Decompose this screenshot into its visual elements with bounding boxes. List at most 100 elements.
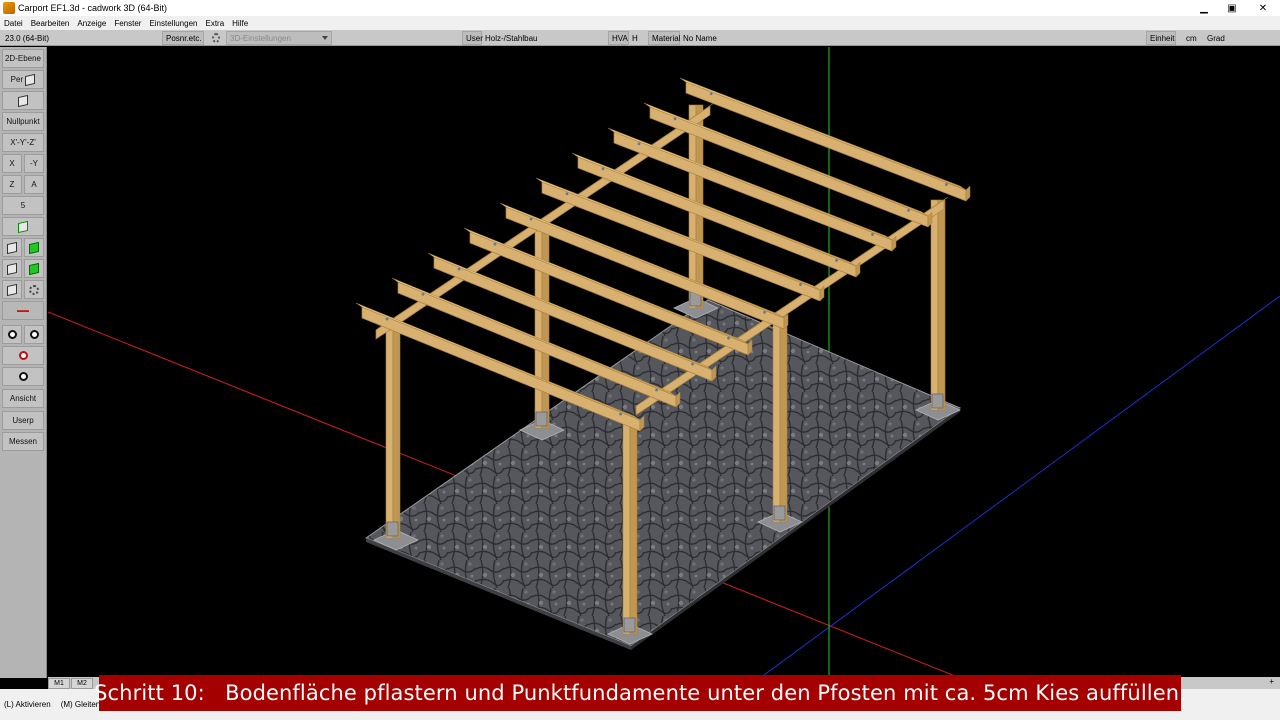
gear-settings-button[interactable] (24, 280, 44, 299)
close-button[interactable]: ✕ (1246, 0, 1280, 16)
ebene-2d-button[interactable]: 2D-Ebene (2, 49, 44, 68)
green-cube-icon (29, 262, 39, 275)
tab-m1[interactable]: M1 (48, 677, 70, 689)
plus-icon[interactable]: + (1269, 677, 1274, 686)
version-label: 23.0 (64-Bit) (5, 33, 50, 43)
settings-3d-dropdown[interactable]: 3D-Einstellungen (226, 31, 332, 45)
hva-label[interactable]: HVA (608, 31, 629, 45)
post (622, 419, 631, 635)
cube-icon (7, 241, 17, 254)
material-value: No Name (683, 33, 717, 43)
post (772, 314, 781, 523)
bolt-marker (493, 242, 497, 246)
post-anchor (623, 617, 636, 633)
bolt-marker (871, 233, 874, 236)
zoom-window-button[interactable] (2, 346, 44, 365)
rotate-view-button[interactable] (2, 217, 44, 236)
menu-hilfe[interactable]: Hilfe (232, 19, 248, 28)
menu-bar: Datei Bearbeiten Anzeige Fenster Einstel… (0, 16, 1280, 30)
menu-datei[interactable]: Datei (4, 19, 23, 28)
unit-length: cm (1186, 33, 1197, 43)
wireframe-cube-icon (25, 73, 36, 86)
solid-cube-button-2[interactable] (24, 259, 44, 278)
axis-toggle-button[interactable]: ▬▬ (2, 301, 44, 320)
zoom-out-button[interactable] (24, 325, 44, 344)
bolt-marker (421, 292, 425, 296)
gear-icon (212, 33, 220, 43)
a-view-button[interactable]: A (24, 175, 44, 194)
userp-button[interactable]: Userp (2, 411, 44, 430)
post-side (629, 419, 638, 635)
axis-toggle-indicator: ▬▬ (17, 307, 29, 314)
posnr-button[interactable]: Posnr.etc. (162, 31, 204, 45)
chevron-down-icon (322, 36, 328, 40)
cube-icon (7, 262, 17, 275)
green-cube-icon (29, 241, 39, 254)
post-anchor (535, 411, 548, 427)
status-aktivieren: (L) Aktivieren (4, 700, 51, 709)
post-side (779, 314, 788, 523)
einheit-label[interactable]: Einheit (1146, 31, 1176, 45)
3d-viewport[interactable] (48, 47, 1280, 678)
menu-extra[interactable]: Extra (205, 19, 224, 28)
five-button[interactable]: 5 (2, 196, 44, 215)
maximize-button[interactable]: ▣ (1218, 0, 1246, 16)
messen-button[interactable]: Messen (2, 432, 44, 451)
post (385, 329, 394, 539)
bolt-marker (691, 362, 694, 366)
solid-cube-button[interactable] (24, 238, 44, 257)
zoom-in-button[interactable] (2, 325, 22, 344)
zoom-window-icon (18, 351, 28, 360)
left-tool-panel: 2D-Ebene Per Nullpunkt X'-Y'-Z' X -Y Z A… (0, 47, 47, 678)
rafter-end (965, 185, 971, 202)
material-label[interactable]: Material (648, 31, 680, 45)
bolt-marker (529, 217, 533, 221)
ansicht-button[interactable]: Ansicht (2, 389, 44, 408)
post-anchor (931, 393, 944, 409)
tutorial-caption: Schritt 10: Bodenfläche pflastern und Pu… (94, 675, 1186, 711)
post (930, 199, 939, 411)
bolt-marker (619, 412, 622, 416)
render-mode-button[interactable] (2, 91, 44, 110)
bolt-marker (835, 258, 838, 262)
xyz-button[interactable]: X'-Y'-Z' (2, 133, 44, 152)
bolt-marker (945, 183, 948, 186)
wire-cube-button-2[interactable] (2, 259, 22, 278)
menu-einstellungen[interactable]: Einstellungen (149, 19, 197, 28)
zoom-out-icon (29, 330, 39, 339)
tab-m2[interactable]: M2 (71, 677, 93, 689)
user-value: Holz-/Stahlbau (485, 33, 538, 43)
bolt-marker (709, 92, 713, 96)
post-side (392, 329, 401, 539)
settings-gear-button[interactable] (206, 31, 226, 45)
minus-y-view-button[interactable]: -Y (24, 154, 44, 173)
menu-anzeige[interactable]: Anzeige (77, 19, 106, 28)
bolt-marker (673, 117, 677, 121)
zoom-all-button[interactable] (2, 367, 44, 386)
bolt-marker (907, 208, 910, 212)
settings-3d-value: 3D-Einstellungen (230, 33, 291, 43)
minimize-button[interactable]: ▁ (1190, 0, 1218, 16)
menu-bearbeiten[interactable]: Bearbeiten (31, 19, 70, 28)
bolt-marker (457, 267, 461, 271)
carport-model (48, 47, 1280, 678)
wire-cube-button[interactable] (2, 238, 22, 257)
perspective-button[interactable]: Per (2, 70, 44, 89)
render-cube-icon (18, 94, 28, 107)
post-side (541, 227, 550, 429)
user-label[interactable]: User (462, 31, 483, 45)
window-controls: ▁ ▣ ✕ (1190, 0, 1280, 16)
caption-text: Schritt 10: Bodenfläche pflastern und Pu… (94, 681, 1186, 705)
cube-settings-button[interactable] (2, 280, 22, 299)
menu-fenster[interactable]: Fenster (114, 19, 141, 28)
x-view-button[interactable]: X (2, 154, 22, 173)
zoom-all-icon (18, 372, 28, 381)
nullpunkt-button[interactable]: Nullpunkt (2, 112, 44, 131)
toolbar: 23.0 (64-Bit) Posnr.etc. 3D-Einstellunge… (0, 30, 1280, 46)
bolt-marker (601, 167, 605, 171)
bolt-marker (727, 336, 730, 340)
cube-icon (7, 283, 17, 296)
z-view-button[interactable]: Z (2, 175, 22, 194)
zoom-in-icon (7, 330, 17, 339)
bolt-marker (763, 310, 766, 314)
